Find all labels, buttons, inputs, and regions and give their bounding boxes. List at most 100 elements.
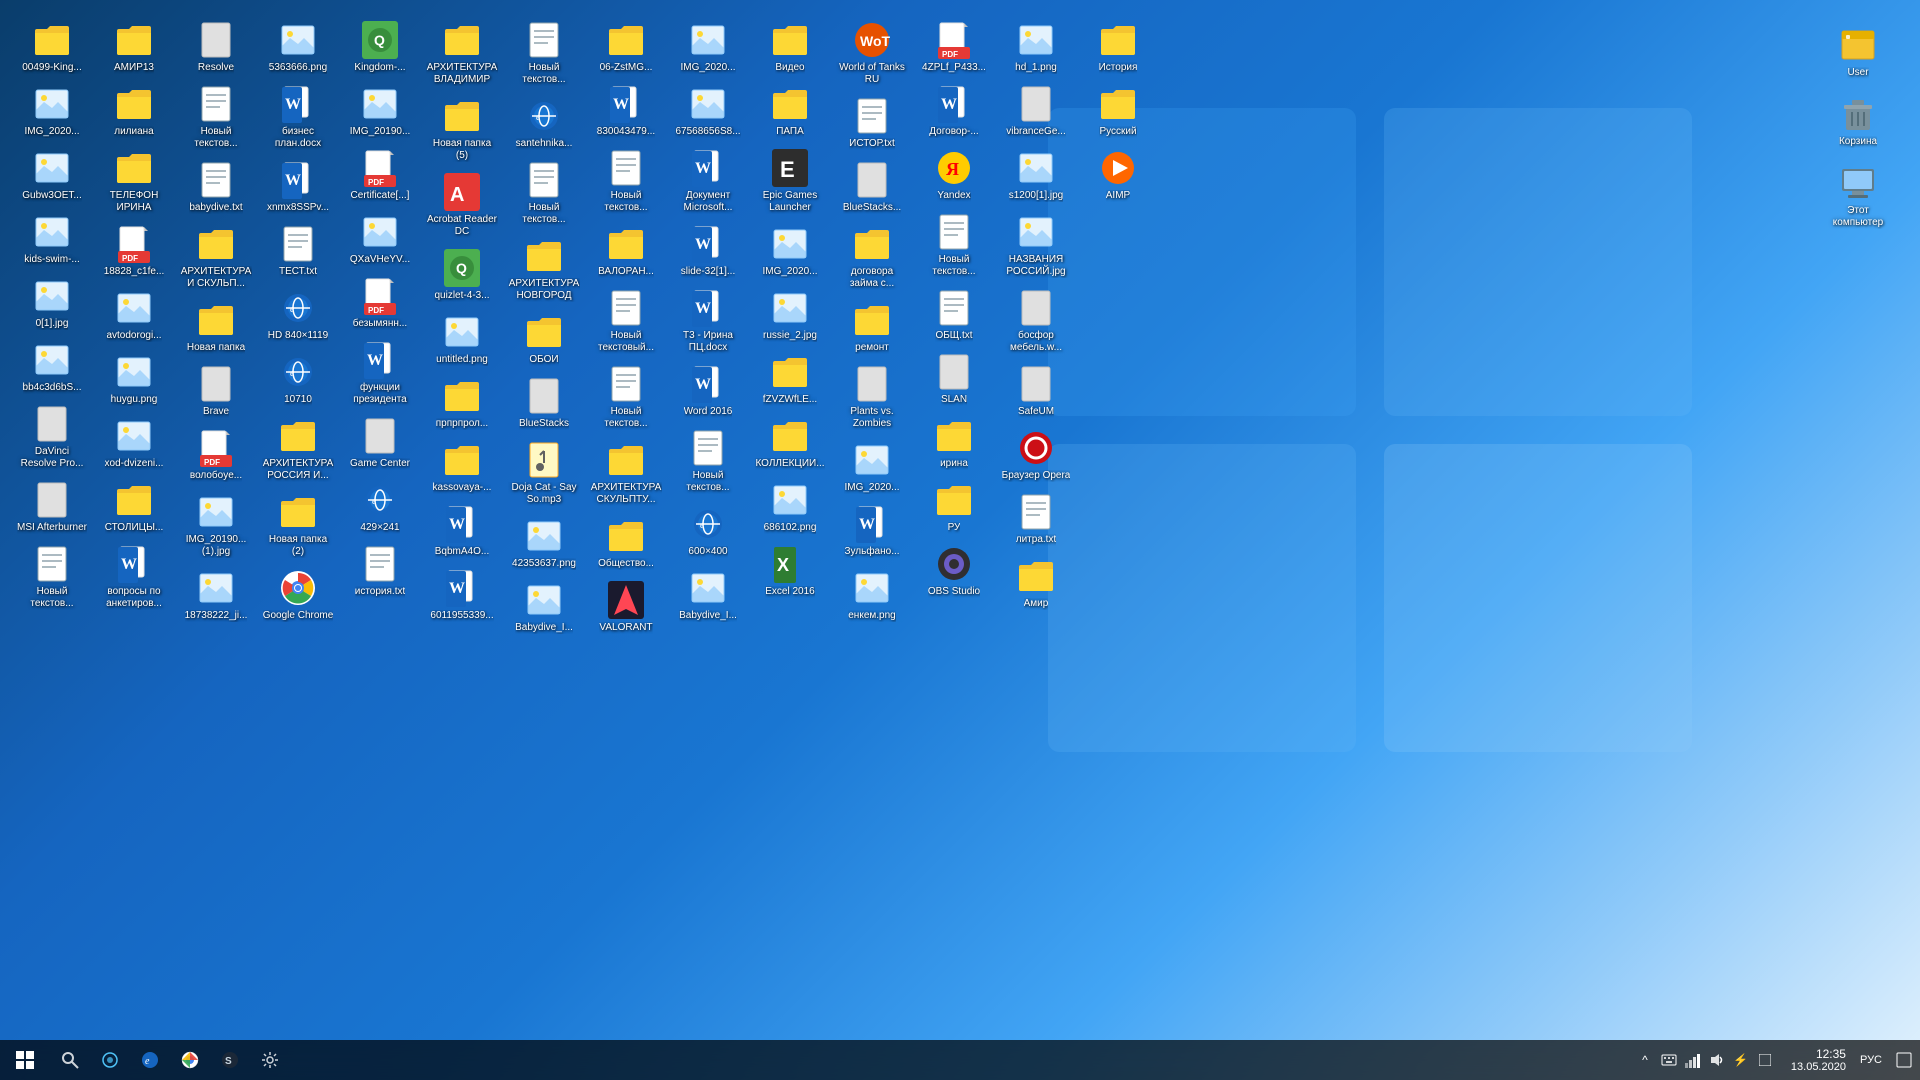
desktop-icon-bosforus[interactable]: босфор мебель.w... [996,284,1076,358]
desktop-icon-novyy-txt6[interactable]: Новый текстовый... [586,284,666,358]
desktop-icon-untitled-png[interactable]: untitled.png [422,308,502,370]
tray-network[interactable] [1683,1050,1703,1070]
desktop-icon-kassovaya[interactable]: kassovaya-... [422,436,502,498]
desktop-icon-voprosy-po[interactable]: Wвопросы по анкетиров... [94,540,174,614]
desktop-icon-biznes-plan[interactable]: Wбизнес план.docx [258,80,338,154]
desktop-icon-bezymyann[interactable]: PDFбезымянн... [340,272,420,334]
start-button[interactable] [0,1040,50,1080]
desktop-icon-voloboy[interactable]: PDFволобоye... [176,424,256,486]
desktop-icon-bluestacks[interactable]: BlueStacks [504,372,584,434]
desktop-icon-msi-afterburner[interactable]: MSI Afterburner [12,476,92,538]
desktop-icon-novaya-papka1[interactable]: Новая папка [176,296,256,358]
desktop-icon-telefon-irina[interactable]: ТЕЛЕФОН ИРИНА [94,144,174,218]
taskbar-ie[interactable]: e [130,1040,170,1080]
desktop-icon-russkiy[interactable]: Русский [1078,80,1158,142]
desktop-icon-babydive-img[interactable]: Babydive_I... [504,576,584,638]
desktop-icon-huygu[interactable]: huygu.png [94,348,174,410]
desktop-icon-babydive-txt[interactable]: babydive.txt [176,156,256,218]
desktop-icon-obsh-txt[interactable]: ОБЩ.txt [914,284,994,346]
desktop-icon-10710[interactable]: e10710 [258,348,338,410]
desktop-icon-yandex[interactable]: ЯYandex [914,144,994,206]
desktop-icon-irina[interactable]: ирина [914,412,994,474]
desktop-icon-slide-32[interactable]: Wslide-32[1]... [668,220,748,282]
desktop-icon-arhit-vladimir[interactable]: АРХИТЕКТУРА ВЛАДИМИР [422,16,502,90]
desktop-icon-arhit-novgorod[interactable]: АРХИТЕКТУРА НОВГОРОД [504,232,584,306]
desktop-icon-vibrancege[interactable]: vibranceGe... [996,80,1076,142]
desktop-icon-arhit-russia[interactable]: АРХИТЕКТУРА РОССИЯ И... [258,412,338,486]
desktop-icon-excel2016[interactable]: XExcel 2016 [750,540,830,602]
desktop-icon-830043479[interactable]: W830043479... [586,80,666,142]
desktop-icon-novyy-txt3[interactable]: Новый текстов... [504,16,584,90]
tray-show-desktop[interactable] [1755,1050,1775,1070]
taskbar-steam[interactable]: S [210,1040,250,1080]
desktop-icon-epic-games[interactable]: EEpic Games Launcher [750,144,830,218]
desktop-icon-novyy-txt8[interactable]: Новый текстов... [668,424,748,498]
desktop-icon-nazvanya[interactable]: НАЗВАНИЯ РОССИЙ.jpg [996,208,1076,282]
desktop-icon-santehnika[interactable]: esantehnika... [504,92,584,154]
desktop-icon-bqbma4o[interactable]: WBqbmA4O... [422,500,502,562]
desktop-icon-novyy-txt7[interactable]: Новый текстов... [586,360,666,434]
taskbar-settings[interactable] [250,1040,290,1080]
taskbar-cortana[interactable] [90,1040,130,1080]
desktop-icon-litra-txt[interactable]: литра.txt [996,488,1076,550]
desktop-icon-qxavheyv[interactable]: QXaVHeYV... [340,208,420,270]
desktop-icon-valorant[interactable]: VALORANT [586,576,666,638]
desktop-icon-gubw3oet[interactable]: Gubw3OET... [12,144,92,206]
desktop-icon-42353637[interactable]: 42353637.png [504,512,584,574]
desktop-icon-amir13[interactable]: АМИР13 [94,16,174,78]
desktop-icon-00499[interactable]: 00499-King... [12,16,92,78]
desktop-icon-fzvzwrle[interactable]: fZVZWfLE... [750,348,830,410]
desktop-icon-dogovor[interactable]: договора займа с... [832,220,912,294]
desktop-icon-aimp[interactable]: AIMP [1078,144,1158,206]
desktop-icon-novaya-papka2[interactable]: Новая папка (2) [258,488,338,562]
desktop-icon-doja-cat[interactable]: Doja Cat - Say So.mp3 [504,436,584,510]
desktop-icon-686102[interactable]: 686102.png [750,476,830,538]
desktop-icon-hd840[interactable]: eHD 840×1119 [258,284,338,346]
desktop-icon-brave[interactable]: Brave [176,360,256,422]
desktop-icon-novyy-txt2[interactable]: Новый текстов... [176,80,256,154]
tray-volume[interactable] [1707,1050,1727,1070]
desktop-icon-novyy-txt4[interactable]: Новый текстов... [504,156,584,230]
desktop-icon-img2020_2[interactable]: IMG_2020... [668,16,748,78]
desktop-icon-papa[interactable]: ПАПА [750,80,830,142]
desktop-icon-funktsii[interactable]: Wфункции президента [340,336,420,410]
desktop-icon-liliana[interactable]: лилиана [94,80,174,142]
icon-user[interactable]: User [1818,21,1898,83]
desktop-icon-oboi[interactable]: ОБОИ [504,308,584,370]
desktop-icon-img2019_1[interactable]: IMG_20190...(1).jpg [176,488,256,562]
desktop-icon-dokument-ms[interactable]: WДокумент Microsoft... [668,144,748,218]
desktop-icon-4zplf-p433[interactable]: PDF4ZPLf_P433... [914,16,994,78]
desktop-icon-xod-dvizen[interactable]: xod-dvizeni... [94,412,174,474]
desktop-icon-video[interactable]: Видео [750,16,830,78]
desktop-icon-opera[interactable]: Браузер Opera [996,424,1076,486]
desktop-icon-istor-txt[interactable]: ИСТОР.txt [832,92,912,154]
desktop-icon-img2020_3[interactable]: IMG_2020... [750,220,830,282]
desktop-icon-6011955339[interactable]: W6011955339... [422,564,502,626]
desktop-icon-novaya-papka5[interactable]: Новая папка (5) [422,92,502,166]
desktop-icon-67568656[interactable]: 67568656S8... [668,80,748,142]
desktop-icon-novyy-txt9[interactable]: Новый текстов... [914,208,994,282]
tray-chevron[interactable]: ^ [1635,1050,1655,1070]
taskbar-notification[interactable] [1888,1040,1920,1080]
desktop-icon-valoport[interactable]: ВАЛОРАН... [586,220,666,282]
taskbar-lang[interactable]: РУС [1854,1054,1888,1066]
desktop-icon-novyy-txt5[interactable]: Новый текстов... [586,144,666,218]
desktop-icon-kollekcii[interactable]: КОЛЛЕКЦИИ... [750,412,830,474]
desktop-icon-word2016[interactable]: WWord 2016 [668,360,748,422]
desktop-icon-safeup[interactable]: SafeUM [996,360,1076,422]
desktop-icon-hd1-png[interactable]: hd_1.png [996,16,1076,78]
desktop-icon-arhit-skulpt2[interactable]: АРХИТЕКТУРА СКУЛЬПТУ... [586,436,666,510]
desktop-icon-novyy-txt1[interactable]: Новый текстов... [12,540,92,614]
desktop-icon-dogovor2[interactable]: WДоговор-... [914,80,994,142]
desktop-icon-remont[interactable]: ремонт [832,296,912,358]
desktop-icon-babydive-img2[interactable]: Babydive_I... [668,564,748,626]
desktop-icon-acrobat-dc[interactable]: AAcrobat Reader DC [422,168,502,242]
desktop-icon-istoriya[interactable]: История [1078,16,1158,78]
tray-keyboard[interactable] [1659,1050,1679,1070]
desktop-icon-obshestvo[interactable]: Общество... [586,512,666,574]
desktop-icon-obs-studio[interactable]: OBS Studio [914,540,994,602]
desktop-icon-test-txt[interactable]: ТЕСТ.txt [258,220,338,282]
desktop-icon-429x241[interactable]: e429×241 [340,476,420,538]
desktop-icon-600x400[interactable]: e600×400 [668,500,748,562]
desktop-icon-zulfano[interactable]: WЗульфано... [832,500,912,562]
